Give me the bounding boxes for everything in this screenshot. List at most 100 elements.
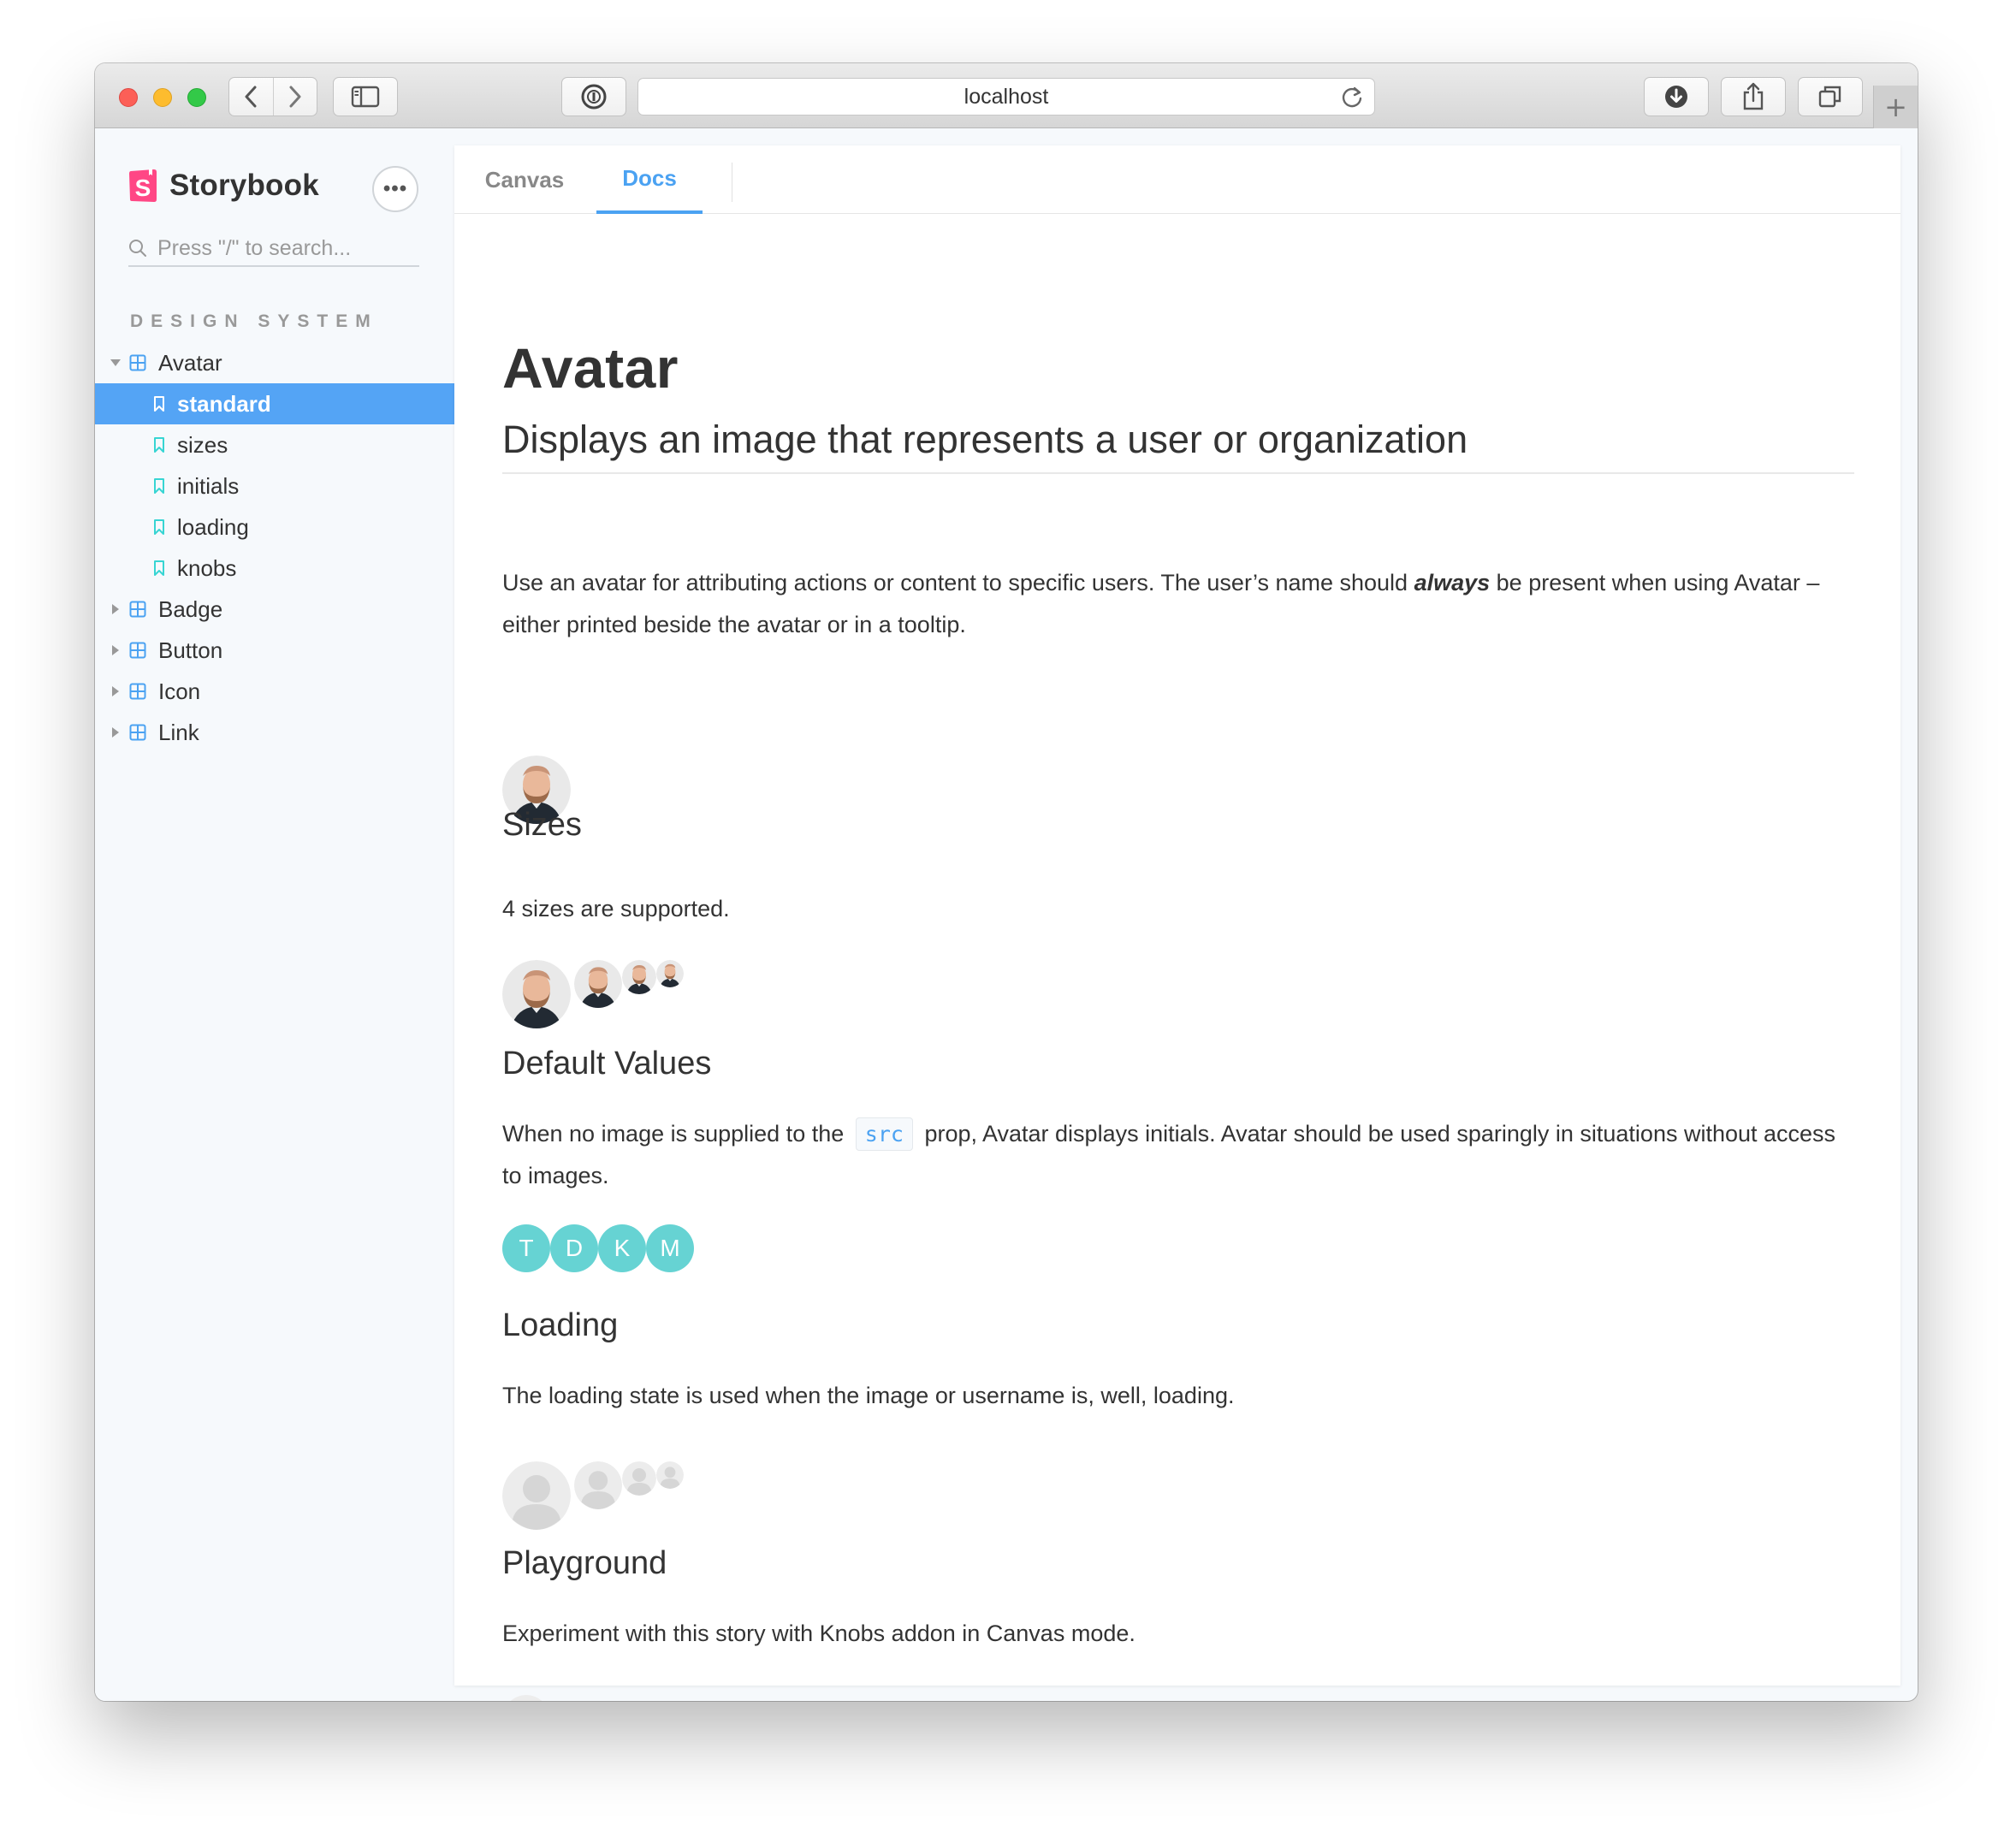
- defaults-text: When no image is supplied to the: [502, 1121, 845, 1147]
- story-label: knobs: [177, 554, 237, 581]
- sidebar-icon: [351, 86, 380, 108]
- tree-item-label: Button: [158, 637, 223, 663]
- tree-item-button[interactable]: Button: [95, 630, 454, 671]
- tree-item-label: Icon: [158, 678, 201, 704]
- component-icon: [129, 724, 146, 741]
- bookmark-icon: [153, 518, 165, 536]
- sidebar-toggle-button[interactable]: [333, 77, 398, 116]
- download-icon: [1665, 86, 1687, 108]
- component-tree: Avatar standard sizes initials loading k…: [95, 342, 454, 753]
- component-icon: [129, 354, 146, 371]
- search-placeholder: Press "/" to search...: [157, 235, 352, 260]
- story-label: loading: [177, 513, 249, 540]
- sizes-text: 4 sizes are supported.: [502, 896, 730, 921]
- address-bar[interactable]: localhost: [637, 78, 1375, 116]
- caret-right-icon: [107, 603, 124, 615]
- component-icon: [129, 642, 146, 659]
- history-nav: [228, 77, 317, 116]
- chevron-right-icon: [289, 86, 301, 108]
- src-code: src: [855, 1117, 913, 1151]
- component-icon: [129, 683, 146, 700]
- avatar-tiny: [656, 960, 684, 987]
- page-title: Avatar: [502, 336, 679, 400]
- loading-heading: Loading: [502, 1307, 619, 1343]
- story-item-standard[interactable]: standard: [95, 383, 454, 424]
- tree-item-avatar[interactable]: Avatar: [95, 342, 454, 383]
- loading-text: The loading state is used when the image…: [502, 1383, 1235, 1408]
- story-item-initials[interactable]: initials: [95, 465, 454, 507]
- intro-paragraph: Use an avatar for attributing actions or…: [502, 562, 1854, 646]
- back-button[interactable]: [229, 78, 273, 116]
- story-label: standard: [177, 390, 271, 417]
- reload-icon[interactable]: [1340, 85, 1364, 115]
- svg-text:S: S: [135, 175, 151, 201]
- caret-right-icon: [107, 644, 124, 656]
- panel-tabs: Canvas Docs: [454, 145, 1900, 214]
- playground-heading: Playground: [502, 1545, 667, 1581]
- password-manager-button[interactable]: [561, 77, 626, 116]
- caret-right-icon: [107, 726, 124, 738]
- section-title: DESIGN SYSTEM: [130, 311, 378, 331]
- avatar-loading-tiny: [656, 1461, 684, 1489]
- avatar-initial-m: M: [646, 1224, 694, 1272]
- sizes-heading: Sizes: [502, 807, 582, 843]
- tab-docs[interactable]: Docs: [596, 145, 703, 214]
- playground-text: Experiment with this story with Knobs ad…: [502, 1621, 1135, 1646]
- storybook-brand[interactable]: S Storybook: [128, 168, 319, 204]
- preview-panel: Canvas Docs Avatar Displays an image tha…: [454, 145, 1900, 1701]
- new-tab-button[interactable]: +: [1873, 86, 1918, 128]
- avatar-initial-d: D: [550, 1224, 598, 1272]
- zoom-window-button[interactable]: [187, 88, 206, 107]
- avatar-initial-k: K: [598, 1224, 646, 1272]
- browser-toolbar: localhost +: [95, 63, 1918, 128]
- avatar-loading-small: [622, 1461, 656, 1496]
- tree-item-badge[interactable]: Badge: [95, 589, 454, 630]
- password-manager-icon: [581, 84, 607, 110]
- storybook-logo-icon: S: [129, 169, 157, 202]
- avatar-loading-medium: [574, 1461, 622, 1509]
- intro-text: Use an avatar for attributing actions or…: [502, 570, 1414, 596]
- story-item-sizes[interactable]: sizes: [95, 424, 454, 465]
- bookmark-icon: [153, 560, 165, 577]
- caret-down-icon: [107, 358, 124, 367]
- avatar-initial-t: T: [502, 1224, 550, 1272]
- intro-emphasis: always: [1414, 570, 1491, 596]
- tree-item-label: Avatar: [158, 349, 222, 376]
- show-tabs-button[interactable]: [1798, 77, 1863, 116]
- close-window-button[interactable]: [119, 88, 138, 107]
- avatar-small: [622, 960, 656, 994]
- browser-window: localhost + S Storybook ••• Press "/" to…: [95, 63, 1918, 1701]
- downloads-button[interactable]: [1644, 77, 1709, 116]
- share-icon: [1743, 82, 1764, 110]
- avatar-medium: [574, 960, 622, 1008]
- tree-item-icon[interactable]: Icon: [95, 671, 454, 712]
- chevron-left-icon: [245, 86, 257, 108]
- search-field[interactable]: Press "/" to search...: [128, 231, 419, 267]
- brand-name: Storybook: [169, 169, 319, 202]
- avatar-large: [502, 960, 571, 1028]
- tabs-overview-icon: [1818, 86, 1841, 108]
- tree-item-link[interactable]: Link: [95, 712, 454, 753]
- story-label: initials: [177, 472, 240, 499]
- bookmark-icon: [153, 477, 165, 495]
- tab-canvas[interactable]: Canvas: [454, 145, 595, 214]
- share-button[interactable]: [1721, 77, 1786, 116]
- avatar-loading-large: [502, 1461, 571, 1530]
- minimize-window-button[interactable]: [153, 88, 172, 107]
- story-label: sizes: [177, 431, 228, 458]
- avatar-playground: [502, 1695, 550, 1701]
- page-subtitle: Displays an image that represents a user…: [502, 418, 1854, 474]
- component-icon: [129, 601, 146, 618]
- bookmark-icon: [153, 436, 165, 453]
- default-values-paragraph: When no image is supplied to the src pro…: [502, 1113, 1854, 1197]
- caret-right-icon: [107, 685, 124, 697]
- forward-button[interactable]: [272, 78, 317, 116]
- story-item-loading[interactable]: loading: [95, 507, 454, 548]
- bookmark-icon: [153, 395, 165, 412]
- story-item-knobs[interactable]: knobs: [95, 548, 454, 589]
- address-text: localhost: [964, 84, 1049, 109]
- sidebar-menu-button[interactable]: •••: [372, 166, 418, 212]
- tree-item-label: Badge: [158, 596, 223, 622]
- storybook-sidebar: S Storybook ••• Press "/" to search... D…: [95, 128, 454, 1701]
- search-icon: [129, 240, 146, 257]
